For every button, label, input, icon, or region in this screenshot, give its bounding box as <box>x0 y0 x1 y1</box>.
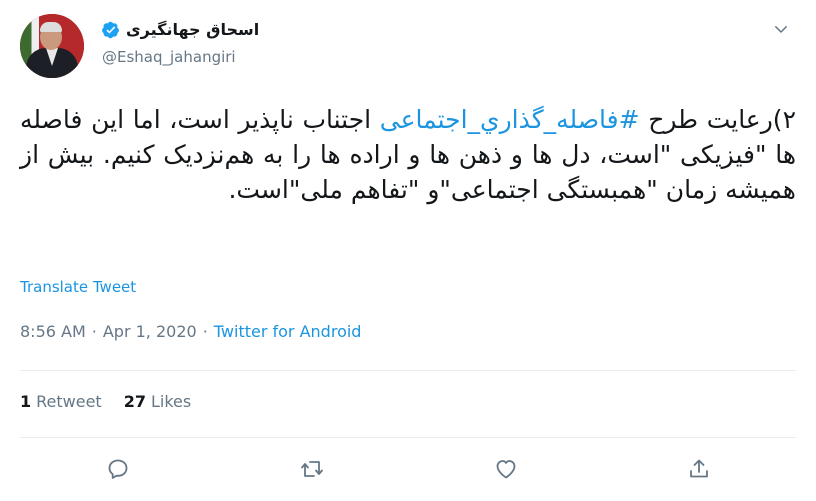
tweet-source-link[interactable]: Twitter for Android <box>214 322 362 341</box>
share-icon <box>690 459 708 478</box>
retweet-icon <box>301 461 323 477</box>
meta-separator: · <box>91 322 97 341</box>
tweet-stats: 1 Retweet 27 Likes <box>20 392 191 411</box>
tweet-actions <box>0 452 816 486</box>
reply-button[interactable] <box>101 452 135 486</box>
translate-tweet-link[interactable]: Translate Tweet <box>20 278 136 296</box>
divider <box>20 437 796 438</box>
verified-badge-icon <box>102 21 119 38</box>
retweets-count: 1 <box>20 392 32 411</box>
likes-stat[interactable]: 27 Likes <box>124 392 192 411</box>
tweet-date[interactable]: Apr 1, 2020 <box>103 322 197 341</box>
meta-separator: · <box>202 322 208 341</box>
retweets-label: Retweet <box>36 392 102 411</box>
like-icon <box>496 460 516 479</box>
tweet-meta: 8:56 AM · Apr 1, 2020 · Twitter for Andr… <box>20 322 361 341</box>
reply-icon <box>108 459 128 479</box>
like-button[interactable] <box>489 452 523 486</box>
retweet-button[interactable] <box>295 452 329 486</box>
tweet-text: ۲)رعایت طرح #فاصله_گذاري_اجتماعی اجتناب … <box>20 102 796 207</box>
tweet-header: اسحاق جهانگیری @Eshaq_jahangiri <box>20 14 796 84</box>
author-handle[interactable]: @Eshaq_jahangiri <box>102 48 236 66</box>
likes-count: 27 <box>123 392 146 411</box>
hashtag-link[interactable]: #فاصله_گذاري_اجتماعی <box>380 105 640 134</box>
share-button[interactable] <box>682 452 716 486</box>
chevron-down-icon[interactable] <box>772 20 790 38</box>
avatar[interactable] <box>20 14 84 78</box>
tweet-time[interactable]: 8:56 AM <box>20 322 86 341</box>
tweet-text-prefix: ۲)رعایت طرح <box>639 105 796 134</box>
retweets-stat[interactable]: 1 Retweet <box>20 392 102 411</box>
author-display-name[interactable]: اسحاق جهانگیری <box>126 20 259 39</box>
author-name-row[interactable]: اسحاق جهانگیری <box>102 20 259 39</box>
likes-label: Likes <box>150 392 192 411</box>
divider <box>20 370 796 371</box>
